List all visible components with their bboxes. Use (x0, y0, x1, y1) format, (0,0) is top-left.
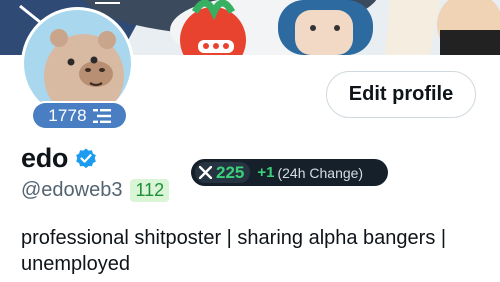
name-row: edo (21, 143, 98, 174)
verified-badge-icon[interactable] (74, 147, 98, 171)
score-pill[interactable]: 225 +1 (24h Change) (191, 159, 388, 186)
profile-bio: professional shitposter | sharing alpha … (21, 227, 447, 275)
level-number: 1778 (48, 105, 87, 125)
score-value-group: 225 (195, 162, 251, 183)
x-logo-icon (199, 166, 212, 179)
handle-count-badge: 112 (130, 179, 170, 202)
stacked-lines-icon (92, 108, 111, 123)
edit-profile-button[interactable]: Edit profile (326, 71, 476, 118)
score-change-label: (24h Change) (277, 164, 364, 181)
display-name: edo (21, 143, 69, 173)
handle-row: @edoweb3 112 (21, 179, 170, 202)
score-change: +1 (257, 164, 275, 181)
score-value: 225 (216, 162, 245, 182)
level-badge[interactable]: 1778 (31, 101, 128, 130)
username-handle[interactable]: @edoweb3 (21, 179, 122, 202)
